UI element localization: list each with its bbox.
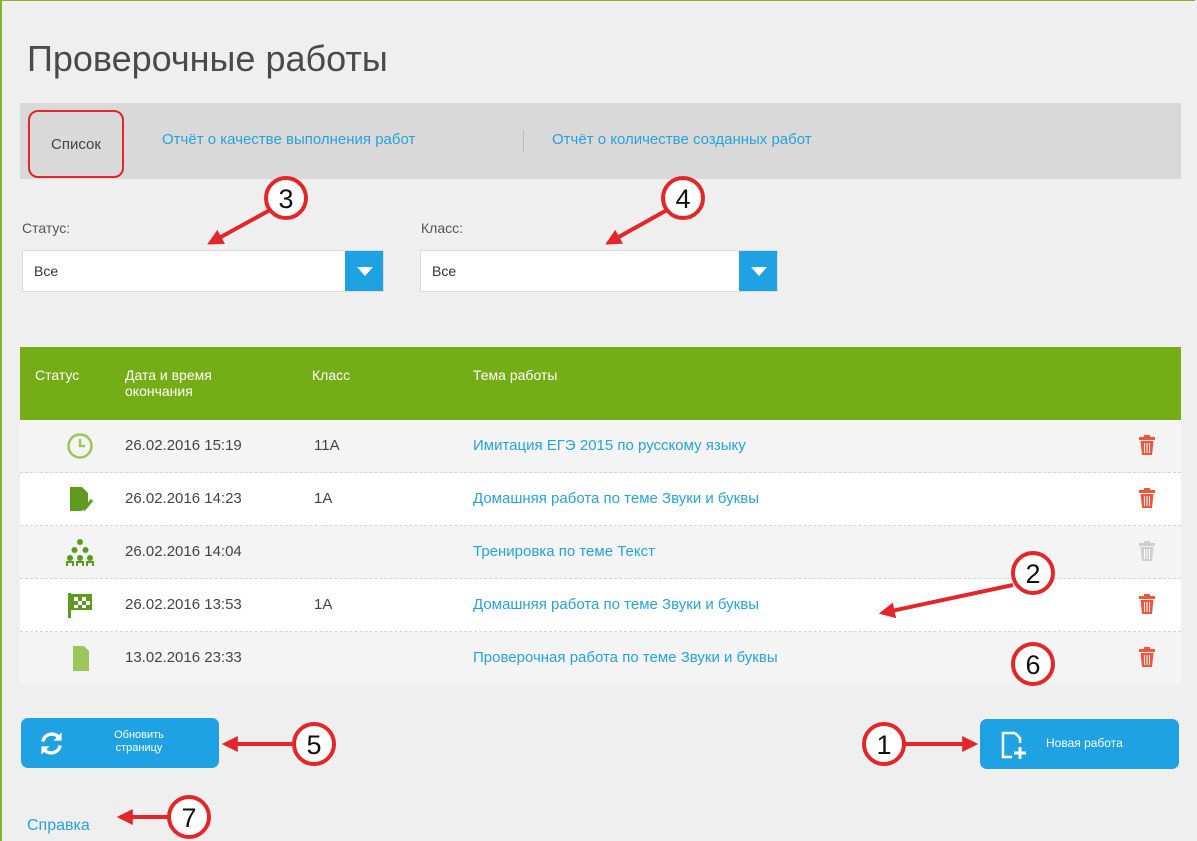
row-topic-link[interactable]: Тренировка по теме Текст bbox=[473, 543, 655, 560]
trash-icon bbox=[1139, 541, 1155, 561]
row-date: 26.02.2016 13:53 bbox=[125, 596, 242, 613]
trash-icon[interactable] bbox=[1139, 435, 1155, 455]
row-topic-link[interactable]: Домашняя работа по теме Звуки и буквы bbox=[473, 596, 759, 613]
column-header-date-line2: окончания bbox=[125, 383, 193, 399]
checkered-flag-icon bbox=[68, 593, 92, 618]
blank-document-icon bbox=[73, 646, 89, 671]
status-select-value: Все bbox=[34, 263, 59, 279]
column-header-class: Класс bbox=[312, 367, 351, 383]
trash-icon[interactable] bbox=[1139, 488, 1155, 508]
tab-separator bbox=[523, 130, 524, 152]
table-row: 13.02.2016 23:33 Проверочная работа по т… bbox=[20, 632, 1181, 685]
refresh-page-button[interactable]: Обновить страницу bbox=[21, 718, 219, 768]
tab-count-report[interactable]: Отчёт о количестве созданных работ bbox=[552, 131, 812, 148]
row-date: 26.02.2016 14:23 bbox=[125, 490, 242, 507]
class-select-value: Все bbox=[432, 263, 457, 279]
checked-document-icon bbox=[70, 487, 94, 512]
refresh-button-label-line1: Обновить bbox=[114, 729, 164, 741]
class-filter-label: Класс: bbox=[421, 220, 463, 236]
status-select[interactable]: Все bbox=[22, 250, 384, 292]
table-row: 26.02.2016 14:04 Тренировка по теме Текс… bbox=[20, 526, 1181, 579]
tab-list[interactable]: Список bbox=[28, 110, 124, 178]
table-row: 26.02.2016 13:53 1А Домашняя работа по т… bbox=[20, 579, 1181, 632]
page-title: Проверочные работы bbox=[27, 38, 388, 79]
trash-icon[interactable] bbox=[1139, 594, 1155, 614]
clock-icon bbox=[67, 433, 93, 459]
row-topic-link[interactable]: Проверочная работа по теме Звуки и буквы bbox=[473, 649, 778, 666]
row-date: 26.02.2016 15:19 bbox=[125, 437, 242, 454]
row-date: 13.02.2016 23:33 bbox=[125, 649, 242, 666]
column-header-status: Статус bbox=[35, 367, 80, 383]
row-topic-link[interactable]: Имитация ЕГЭ 2015 по русскому языку bbox=[473, 437, 746, 454]
status-filter-label: Статус: bbox=[22, 220, 71, 236]
table-row: 26.02.2016 14:23 1А Домашняя работа по т… bbox=[20, 473, 1181, 526]
row-class: 11А bbox=[314, 437, 340, 454]
trash-icon[interactable] bbox=[1139, 647, 1155, 667]
row-class: 1А bbox=[314, 596, 333, 613]
row-date: 26.02.2016 14:04 bbox=[125, 543, 242, 560]
tab-quality-report[interactable]: Отчёт о качестве выполнения работ bbox=[162, 131, 415, 148]
chevron-down-icon[interactable] bbox=[345, 251, 383, 291]
column-header-topic: Тема работы bbox=[473, 367, 558, 383]
refresh-button-label-line2: страницу bbox=[115, 742, 163, 754]
table-row: 26.02.2016 15:19 11А Имитация ЕГЭ 2015 п… bbox=[20, 420, 1181, 473]
hierarchy-icon bbox=[66, 539, 94, 566]
column-header-date: Дата и время окончания bbox=[125, 367, 212, 399]
new-work-button[interactable]: Новая работа bbox=[980, 719, 1179, 769]
row-topic-link[interactable]: Домашняя работа по теме Звуки и буквы bbox=[473, 490, 759, 507]
new-work-button-label: Новая работа bbox=[1046, 736, 1123, 750]
row-class: 1А bbox=[314, 490, 333, 507]
class-select[interactable]: Все bbox=[420, 250, 778, 292]
refresh-icon bbox=[41, 732, 62, 755]
new-document-icon bbox=[1001, 731, 1026, 759]
table-header: Статус Дата и время окончания Класс Тема… bbox=[20, 347, 1181, 420]
column-header-date-line1: Дата и время bbox=[125, 367, 212, 383]
chevron-down-icon[interactable] bbox=[739, 251, 777, 291]
refresh-button-label: Обновить страницу bbox=[99, 729, 179, 755]
help-link[interactable]: Справка bbox=[27, 817, 90, 835]
